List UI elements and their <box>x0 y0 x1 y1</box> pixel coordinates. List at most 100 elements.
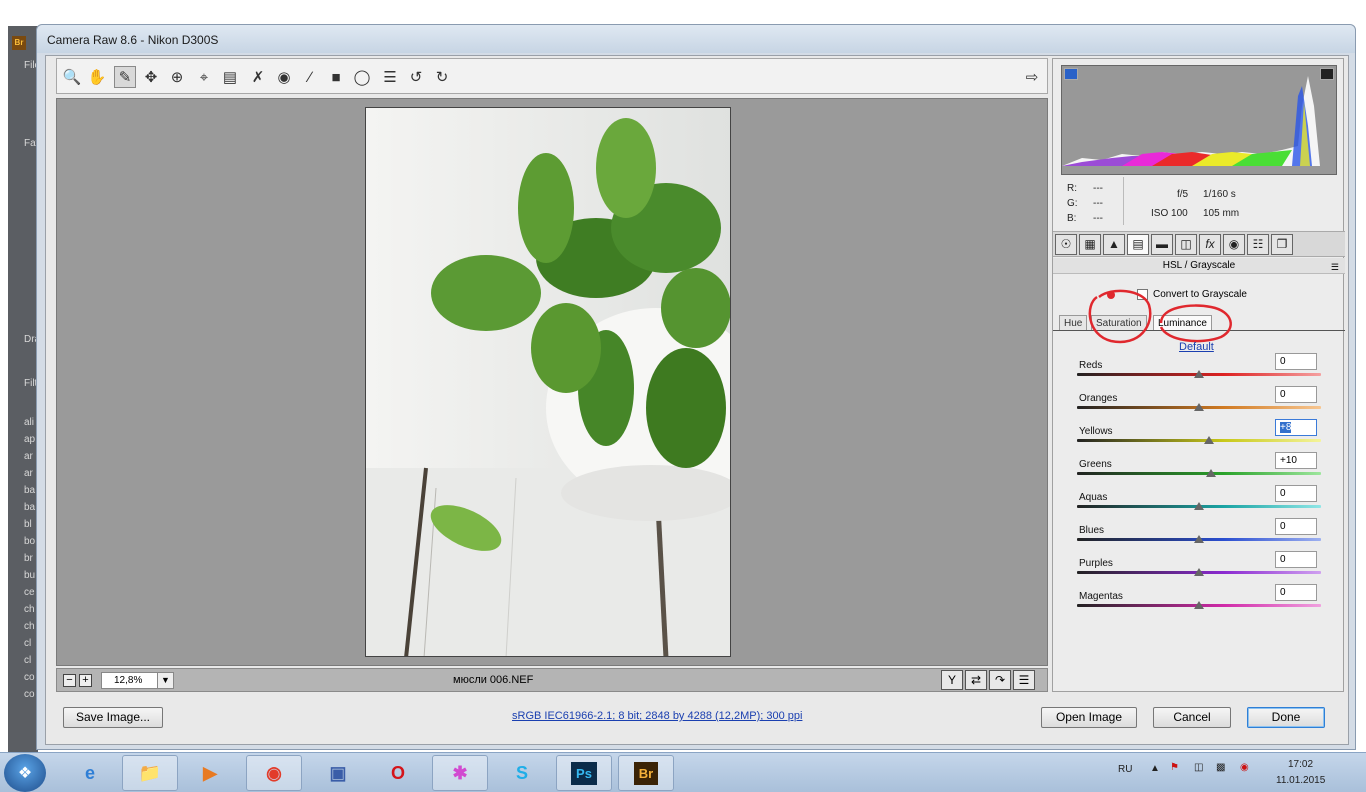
spot-removal-icon[interactable]: ✗ <box>247 66 269 88</box>
preview-canvas[interactable] <box>56 98 1048 666</box>
bridge-filter-item[interactable]: cl <box>8 638 38 649</box>
red-eye-icon[interactable]: ◉ <box>273 66 295 88</box>
swap-settings-icon[interactable]: ⇄ <box>965 670 987 690</box>
slider-thumb-oranges[interactable] <box>1194 403 1204 411</box>
cancel-button[interactable]: Cancel <box>1153 707 1231 728</box>
radial-filter-icon[interactable]: ◯ <box>351 66 373 88</box>
ie-icon[interactable]: e <box>62 755 118 791</box>
split-toning-icon[interactable]: ▬ <box>1151 234 1173 255</box>
clock-date[interactable]: 11.01.2015 <box>1276 775 1325 786</box>
slider-thumb-yellows[interactable] <box>1203 436 1214 444</box>
bridge-filter-item[interactable]: bo <box>8 536 38 547</box>
open-image-button[interactable]: Open Image <box>1041 707 1137 728</box>
graduated-filter-icon[interactable]: ■ <box>325 66 347 88</box>
slider-thumb-magentas[interactable] <box>1194 601 1204 609</box>
workflow-options-link[interactable]: sRGB IEC61966-2.1; 8 bit; 2848 by 4288 (… <box>512 710 802 722</box>
title-bar[interactable]: Camera Raw 8.6 - Nikon D300S <box>37 25 1355 53</box>
straighten-icon[interactable]: ▤ <box>219 66 241 88</box>
rotate-right-icon[interactable]: ↻ <box>431 66 453 88</box>
hsl-icon[interactable]: ▤ <box>1127 234 1149 255</box>
default-link[interactable]: Default <box>1179 341 1214 353</box>
bridge-filter-item[interactable]: ba <box>8 485 38 496</box>
media-player-icon[interactable]: ▶ <box>182 755 238 791</box>
slider-track-greens[interactable] <box>1077 472 1321 475</box>
shadow-clipping-icon[interactable] <box>1064 68 1078 80</box>
highlight-clipping-icon[interactable] <box>1320 68 1334 80</box>
zoom-in-button[interactable]: + <box>79 674 92 687</box>
target-adjustment-icon[interactable]: ⊕ <box>166 66 188 88</box>
rotate-left-icon[interactable]: ↺ <box>405 66 427 88</box>
bridge-filter-item[interactable]: ar <box>8 451 38 462</box>
action-center-icon[interactable]: ⚑ <box>1170 762 1179 773</box>
slider-value-blues[interactable]: 0 <box>1275 518 1317 535</box>
bridge-filter-item[interactable]: ce <box>8 587 38 598</box>
slider-thumb-purples[interactable] <box>1194 568 1204 576</box>
slider-thumb-aquas[interactable] <box>1194 502 1204 510</box>
slider-value-aquas[interactable]: 0 <box>1275 485 1317 502</box>
slider-value-yellows[interactable]: +8 <box>1275 419 1317 436</box>
bridge-filter-item[interactable]: br <box>8 553 38 564</box>
explorer-icon[interactable]: 📁 <box>122 755 178 791</box>
bridge-filter-item[interactable]: ali <box>8 417 38 428</box>
skype-icon[interactable]: S <box>494 755 550 791</box>
volume-icon[interactable]: ◉ <box>1240 762 1249 773</box>
fullscreen-toggle-icon[interactable]: ⇨ <box>1021 66 1043 88</box>
signal-icon[interactable]: ▩ <box>1216 762 1225 773</box>
bridge-filter-item[interactable]: co <box>8 689 38 700</box>
bridge-filter-item[interactable]: bu <box>8 570 38 581</box>
camera-calibration-icon[interactable]: ◉ <box>1223 234 1245 255</box>
start-button[interactable]: ❖ <box>4 754 46 792</box>
done-button[interactable]: Done <box>1247 707 1325 728</box>
language-indicator[interactable]: RU <box>1118 764 1132 775</box>
color-sampler-icon[interactable]: ✥ <box>140 66 162 88</box>
bridge-menu-file[interactable]: File <box>8 60 38 71</box>
slider-thumb-reds[interactable] <box>1194 370 1204 378</box>
white-balance-icon[interactable]: ✎ <box>114 66 136 88</box>
slider-track-yellows[interactable] <box>1077 439 1321 442</box>
bridge-filter-item[interactable]: ba <box>8 502 38 513</box>
bridge-filter-item[interactable]: bl <box>8 519 38 530</box>
bridge-filter-item[interactable]: ap <box>8 434 38 445</box>
bridge-filter-item[interactable]: ch <box>8 621 38 632</box>
chevron-down-icon[interactable]: ▼ <box>157 672 174 689</box>
basic-panel-icon[interactable]: ☉ <box>1055 234 1077 255</box>
slider-value-greens[interactable]: +10 <box>1275 452 1317 469</box>
show-hidden-icons-icon[interactable]: ▲ <box>1150 763 1160 774</box>
bridge-icon[interactable]: Br <box>618 755 674 791</box>
snapshots-icon[interactable]: ❐ <box>1271 234 1293 255</box>
adjustment-brush-icon[interactable]: ∕ <box>299 66 321 88</box>
zoom-out-button[interactable]: − <box>63 674 76 687</box>
copy-settings-icon[interactable]: ↷ <box>989 670 1011 690</box>
bridge-filter-item[interactable]: ar <box>8 468 38 479</box>
crop-icon[interactable]: ⌖ <box>193 66 215 88</box>
clock-time[interactable]: 17:02 <box>1288 759 1313 770</box>
bridge-filter-item[interactable]: co <box>8 672 38 683</box>
bridge-filter-item[interactable]: cl <box>8 655 38 666</box>
chrome-icon[interactable]: ◉ <box>246 755 302 791</box>
presets-icon[interactable]: ☷ <box>1247 234 1269 255</box>
slider-value-reds[interactable]: 0 <box>1275 353 1317 370</box>
zoom-icon[interactable]: 🔍 <box>61 66 83 88</box>
slider-value-oranges[interactable]: 0 <box>1275 386 1317 403</box>
tone-curve-icon[interactable]: ▦ <box>1079 234 1101 255</box>
power-icon[interactable]: ◫ <box>1194 762 1203 773</box>
slider-value-magentas[interactable]: 0 <box>1275 584 1317 601</box>
photoshop-icon[interactable]: Ps <box>556 755 612 791</box>
opera-icon[interactable]: O <box>370 755 426 791</box>
lens-corrections-icon[interactable]: ◫ <box>1175 234 1197 255</box>
before-after-y-icon[interactable]: Y <box>941 670 963 690</box>
detail-icon[interactable]: ▲ <box>1103 234 1125 255</box>
slider-thumb-greens[interactable] <box>1206 469 1217 477</box>
save-image-button[interactable]: Save Image... <box>63 707 163 728</box>
panel-menu-icon[interactable]: ☰ <box>1331 260 1339 275</box>
effects-icon[interactable]: fx <box>1199 234 1221 255</box>
hand-icon[interactable]: ✋ <box>86 66 108 88</box>
paint-icon[interactable]: ✱ <box>432 755 488 791</box>
bridge-filter-item[interactable]: ch <box>8 604 38 615</box>
slider-thumb-blues[interactable] <box>1194 535 1204 543</box>
view-settings-icon[interactable]: ☰ <box>1013 670 1035 690</box>
zoom-level-field[interactable]: 12,8% <box>101 672 159 689</box>
preferences-icon[interactable]: ☰ <box>379 66 401 88</box>
network-icon[interactable]: ▣ <box>310 755 366 791</box>
slider-value-purples[interactable]: 0 <box>1275 551 1317 568</box>
